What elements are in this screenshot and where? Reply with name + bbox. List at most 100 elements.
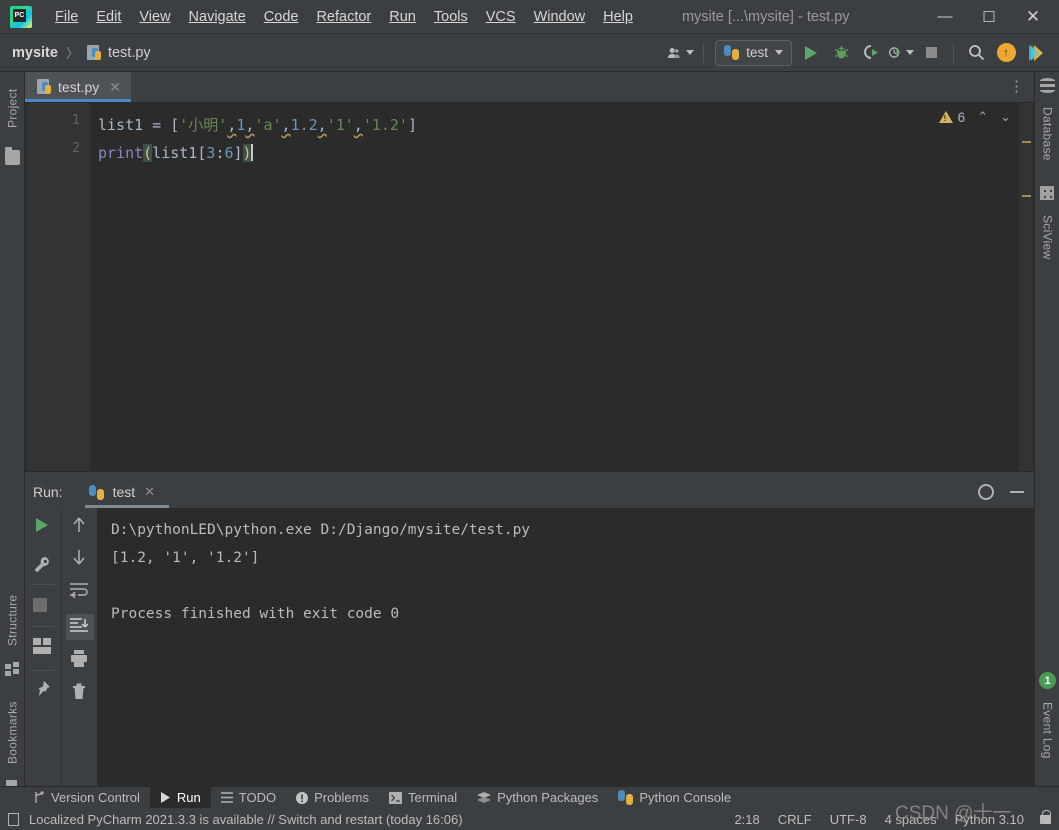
maximize-button[interactable]: ☐ (967, 1, 1011, 33)
down-arrow-button[interactable] (70, 548, 90, 568)
menu-view[interactable]: View (130, 5, 179, 29)
tab-python-console[interactable]: Python Console (608, 787, 741, 809)
line-separator[interactable]: CRLF (778, 812, 812, 827)
ai-assistant-button[interactable] (1023, 40, 1049, 66)
code-token-var: list1 (152, 144, 198, 162)
run-configuration-name: test (746, 45, 768, 60)
chevron-down-icon (686, 50, 695, 55)
code-content[interactable]: list1 = ['小明',1,'a',1.2,'1','1.2'] print… (90, 103, 1033, 471)
next-problem-icon[interactable]: ⌄ (1000, 109, 1011, 125)
title-bar: PC File Edit View Navigate Code Refactor… (0, 0, 1059, 34)
notification-icon[interactable] (8, 812, 19, 826)
rerun-button[interactable] (33, 516, 53, 536)
menu-file[interactable]: File (46, 5, 87, 29)
tab-problems[interactable]: Problems (286, 787, 379, 809)
console-output[interactable]: D:\pythonLED\python.exe D:/Django/mysite… (97, 508, 1034, 786)
sidebar-item-bookmarks[interactable]: Bookmarks (0, 692, 25, 774)
inspection-summary[interactable]: 6 ⌃ ⌄ (938, 109, 1011, 125)
menu-help[interactable]: Help (594, 5, 642, 29)
tab-run[interactable]: Run (149, 786, 211, 809)
menu-vcs[interactable]: VCS (477, 5, 525, 29)
console-actions-toolbar (61, 508, 97, 786)
delete-button[interactable] (70, 682, 90, 702)
toolbar-divider (31, 584, 55, 585)
sciview-icon[interactable] (1040, 186, 1054, 200)
profile-button[interactable] (888, 40, 914, 66)
run-button[interactable] (798, 40, 824, 66)
editor-options-icon[interactable]: ⋮ (1009, 79, 1024, 94)
toolbar-actions: test ↑ (666, 39, 1051, 66)
gear-icon[interactable] (978, 484, 994, 500)
pin-button[interactable] (33, 680, 53, 700)
status-message[interactable]: Localized PyCharm 2021.3.3 is available … (29, 812, 463, 827)
breadcrumb-file[interactable]: test.py (108, 45, 151, 61)
run-tab-label: test (112, 484, 136, 500)
sidebar-item-event-log[interactable]: Event Log (1035, 694, 1059, 766)
menu-window[interactable]: Window (525, 5, 595, 29)
line-number: 1 (71, 112, 80, 128)
search-button[interactable] (963, 40, 989, 66)
menu-navigate[interactable]: Navigate (180, 5, 255, 29)
soft-wrap-button[interactable] (70, 582, 90, 602)
sidebar-item-structure[interactable]: Structure (0, 584, 25, 656)
run-configuration-selector[interactable]: test (715, 39, 792, 66)
list-icon (220, 792, 233, 803)
code-token-op: = (143, 116, 171, 134)
close-icon[interactable]: ✕ (109, 79, 121, 96)
close-button[interactable]: ✕ (1011, 1, 1055, 33)
tab-terminal[interactable]: Terminal (379, 787, 467, 809)
menu-edit[interactable]: Edit (87, 5, 130, 29)
console-line: [1.2, '1', '1.2'] (111, 550, 260, 566)
minimize-icon[interactable] (1010, 491, 1024, 493)
sidebar-item-project[interactable]: Project (0, 76, 25, 140)
menu-vcs-label: VCS (485, 8, 516, 25)
menu-run[interactable]: Run (380, 5, 425, 29)
caret-position[interactable]: 2:18 (734, 812, 759, 827)
menu-refactor[interactable]: Refactor (307, 5, 380, 29)
menu-code[interactable]: Code (255, 5, 308, 29)
file-encoding[interactable]: UTF-8 (830, 812, 867, 827)
status-bar: Localized PyCharm 2021.3.3 is available … (0, 808, 1059, 830)
scroll-to-end-button[interactable] (70, 618, 90, 638)
indent-setting[interactable]: 4 spaces (885, 812, 937, 827)
inspection-scrollbar[interactable] (1019, 103, 1033, 471)
breadcrumb-project[interactable]: mysite (12, 45, 58, 61)
tab-version-control[interactable]: Version Control (24, 787, 150, 809)
lock-icon[interactable] (1040, 809, 1051, 824)
minimize-button[interactable]: — (923, 1, 967, 33)
breadcrumb: mysite 〉 test.py (12, 43, 151, 62)
database-icon[interactable] (1040, 78, 1055, 93)
structure-icon[interactable] (5, 662, 20, 677)
play-icon (160, 792, 171, 803)
python-interpreter[interactable]: Python 3.10 (955, 812, 1024, 827)
stop-button[interactable] (918, 40, 944, 66)
user-dropdown-icon[interactable] (668, 40, 695, 66)
tab-todo[interactable]: TODO (211, 787, 286, 809)
menu-file-label: File (55, 8, 79, 25)
sidebar-item-database[interactable]: Database (1035, 98, 1059, 170)
print-button[interactable] (70, 650, 90, 670)
up-arrow-button[interactable] (70, 516, 90, 536)
close-icon[interactable]: ✕ (144, 484, 155, 500)
layout-button[interactable] (33, 638, 53, 658)
warning-count: 6 (957, 109, 966, 125)
debug-button[interactable] (828, 40, 854, 66)
terminal-icon (389, 791, 402, 804)
update-button[interactable]: ↑ (993, 40, 1019, 66)
right-tool-stripe: Database SciView 1 Event Log (1034, 72, 1059, 786)
menu-help-label: Help (603, 8, 633, 25)
run-tab-test[interactable]: test ✕ (81, 476, 170, 508)
stop-button[interactable] (33, 596, 53, 616)
window-controls: — ☐ ✕ (923, 1, 1055, 33)
tab-python-packages[interactable]: Python Packages (467, 787, 608, 809)
editor-tab-test-py[interactable]: test.py ✕ (25, 72, 131, 102)
code-token-bracket: [ (170, 116, 180, 134)
previous-problem-icon[interactable]: ⌃ (977, 109, 988, 125)
folder-icon[interactable] (5, 147, 20, 165)
settings-wrench-button[interactable] (33, 556, 53, 576)
run-tool-window: Run: test ✕ D:\pythonLED\python.exe D:/D… (25, 476, 1034, 786)
menu-tools[interactable]: Tools (425, 5, 477, 29)
code-editor[interactable]: 1 2 list1 = ['小明',1,'a',1.2,'1','1.2'] p… (25, 102, 1034, 472)
coverage-button[interactable] (858, 40, 884, 66)
sidebar-item-sciview[interactable]: SciView (1035, 206, 1059, 268)
